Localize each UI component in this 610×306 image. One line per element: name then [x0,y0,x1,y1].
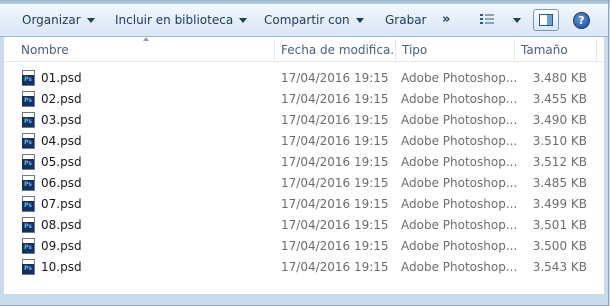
file-name: 01.psd [41,71,82,85]
file-type: Adobe Photoshop... [401,155,518,169]
column-size[interactable]: Tamaño [515,37,595,61]
column-header-row: Nombre Fecha de modifica... Tipo Tamaño [4,37,604,62]
file-name: 10.psd [41,260,82,274]
burn-label: Grabar [385,13,427,27]
file-size: 3.455 KB [532,92,587,106]
file-row[interactable]: Ps 01.psd 17/04/2016 19:15 Adobe Photoshop.… [4,68,604,89]
photoshop-file-icon: Ps [22,133,35,149]
column-divider[interactable] [596,39,597,61]
file-type: Adobe Photoshop... [401,134,518,148]
view-options-dropdown[interactable] [507,4,521,36]
more-commands-button[interactable]: » [442,4,450,36]
include-library-label: Incluir en biblioteca [115,13,234,27]
photoshop-file-icon: Ps [22,91,35,107]
column-date[interactable]: Fecha de modifica... [275,37,395,61]
chevron-down-icon [513,18,521,23]
file-row[interactable]: Ps 04.psd 17/04/2016 19:15 Adobe Photoshop.… [4,131,604,152]
organize-label: Organizar [22,13,81,27]
include-library-button[interactable]: Incluir en biblioteca [115,4,248,36]
photoshop-file-icon: Ps [22,175,35,191]
file-date-modified: 17/04/2016 19:15 [281,71,389,85]
file-name: 06.psd [41,176,82,190]
column-type[interactable]: Tipo [396,37,514,61]
photoshop-file-icon: Ps [22,70,35,86]
file-row[interactable]: Ps 10.psd 17/04/2016 19:15 Adobe Photoshop.… [4,257,604,278]
photoshop-file-icon: Ps [22,154,35,170]
file-size: 3.499 KB [532,197,587,211]
share-with-button[interactable]: Compartir con [264,4,364,36]
file-date-modified: 17/04/2016 19:15 [281,176,389,190]
file-date-modified: 17/04/2016 19:15 [281,260,389,274]
file-size: 3.485 KB [532,176,587,190]
file-size: 3.480 KB [532,71,587,85]
file-name: 05.psd [41,155,82,169]
file-row[interactable]: Ps 03.psd 17/04/2016 19:15 Adobe Photoshop.… [4,110,604,131]
file-row[interactable]: Ps 07.psd 17/04/2016 19:15 Adobe Photoshop.… [4,194,604,215]
file-name: 09.psd [41,239,82,253]
photoshop-file-icon: Ps [22,259,35,275]
photoshop-file-icon: Ps [22,196,35,212]
file-name: 02.psd [41,92,82,106]
help-icon[interactable]: ? [573,12,590,29]
file-date-modified: 17/04/2016 19:15 [281,113,389,127]
file-row[interactable]: Ps 06.psd 17/04/2016 19:15 Adobe Photoshop.… [4,173,604,194]
more-commands-label: » [442,12,451,27]
file-name: 03.psd [41,113,82,127]
chevron-down-icon [239,18,248,23]
file-row[interactable]: Ps 08.psd 17/04/2016 19:15 Adobe Photoshop.… [4,215,604,236]
view-options-icon[interactable] [480,13,494,27]
file-name: 07.psd [41,197,82,211]
help-glyph: ? [578,14,585,27]
chevron-down-icon [86,18,95,23]
file-type: Adobe Photoshop... [401,71,518,85]
file-size: 3.500 KB [532,239,587,253]
file-date-modified: 17/04/2016 19:15 [281,92,389,106]
column-name[interactable]: Nombre [15,37,277,61]
file-name: 08.psd [41,218,82,232]
share-with-label: Compartir con [264,13,350,27]
file-type: Adobe Photoshop... [401,260,518,274]
organize-button[interactable]: Organizar [22,4,95,36]
file-size: 3.512 KB [532,155,587,169]
photoshop-file-icon: Ps [22,217,35,233]
photoshop-file-icon: Ps [22,112,35,128]
photoshop-file-icon: Ps [22,238,35,254]
file-size: 3.510 KB [532,134,587,148]
file-date-modified: 17/04/2016 19:15 [281,155,389,169]
file-date-modified: 17/04/2016 19:15 [281,239,389,253]
file-size: 3.490 KB [532,113,587,127]
file-size: 3.543 KB [532,260,587,274]
file-type: Adobe Photoshop... [401,218,518,232]
file-date-modified: 17/04/2016 19:15 [281,134,389,148]
chevron-down-icon [355,18,364,23]
file-size: 3.501 KB [532,218,587,232]
file-type: Adobe Photoshop... [401,92,518,106]
file-type: Adobe Photoshop... [401,197,518,211]
preview-pane-button[interactable] [533,9,559,31]
burn-button[interactable]: Grabar [385,4,427,36]
explorer-window: Organizar Incluir en biblioteca Comparti… [0,0,609,306]
file-date-modified: 17/04/2016 19:15 [281,197,389,211]
file-type: Adobe Photoshop... [401,176,518,190]
preview-pane-icon [539,14,553,26]
window-bottom-frame [0,294,608,305]
file-type: Adobe Photoshop... [401,113,518,127]
file-date-modified: 17/04/2016 19:15 [281,218,389,232]
file-row[interactable]: Ps 02.psd 17/04/2016 19:15 Adobe Photoshop.… [4,89,604,110]
file-list-pane: Nombre Fecha de modifica... Tipo Tamaño … [4,37,604,294]
file-type: Adobe Photoshop... [401,239,518,253]
file-name: 04.psd [41,134,82,148]
command-bar: Organizar Incluir en biblioteca Comparti… [0,4,608,37]
file-row[interactable]: Ps 09.psd 17/04/2016 19:15 Adobe Photoshop.… [4,236,604,257]
file-row[interactable]: Ps 05.psd 17/04/2016 19:15 Adobe Photoshop.… [4,152,604,173]
